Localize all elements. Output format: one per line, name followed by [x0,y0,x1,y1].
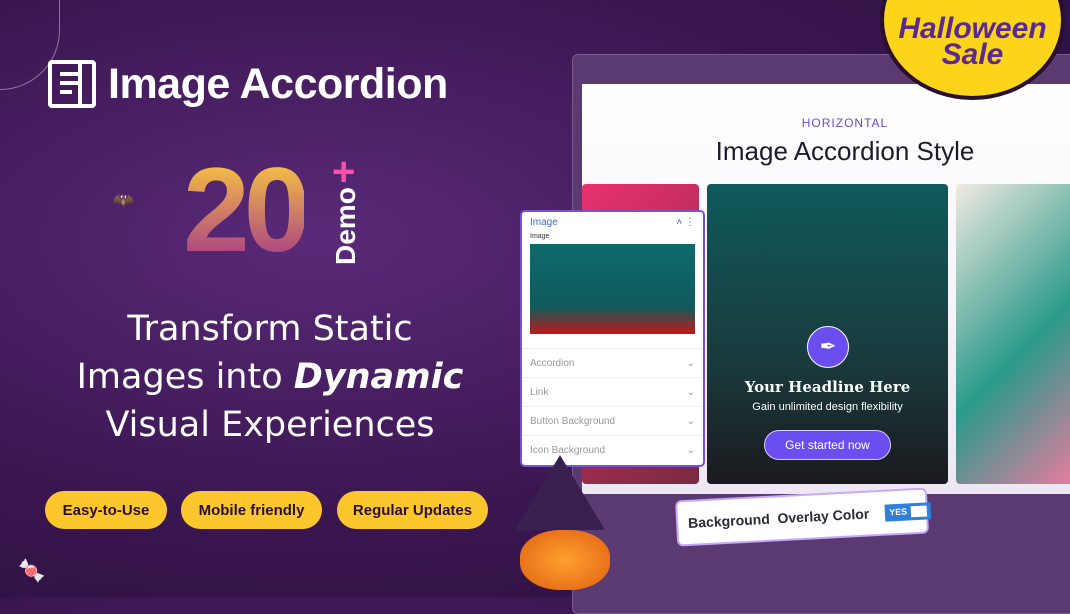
accordion-image-active[interactable]: ✒ Your Headline Here Gain unlimited desi… [707,184,948,484]
tagline-emphasis: Dynamic [293,357,464,397]
tagline-line-2: Images into Dynamic [60,353,480,401]
toggle-value: YES [888,506,908,518]
feature-pill: Easy-to-Use [45,491,167,529]
preview-headline: Your Headline Here [744,378,911,396]
chevron-up-icon: ˄ ⋮ [676,217,695,228]
tagline: Transform Static Images into Dynamic Vis… [60,305,480,449]
page-title: Image Accordion [108,60,448,108]
chevron-down-icon: ⌄ [686,357,695,369]
settings-panel: Image ˄ ⋮ Image Accordion ⌄ Link ⌄ Button B… [520,210,705,467]
image-field-label: Image [530,233,550,240]
panel-row-link[interactable]: Link ⌄ [522,377,703,406]
preview-subtext: Gain unlimited design flexibility [752,401,903,413]
row-label: Accordion [530,357,575,369]
accordion-image[interactable] [956,184,1070,484]
pen-nib-icon: ✒ [807,326,849,368]
pumpkin-icon [520,530,610,590]
preview-title: Image Accordion Style [715,136,975,166]
row-label: Button Background [530,415,616,427]
preview-eyebrow: HORIZONTAL [801,116,889,130]
chevron-down-icon: ⌄ [686,444,695,456]
row-label: Icon Background [530,444,606,456]
panel-row-accordion[interactable]: Accordion ⌄ [522,348,703,377]
panel-section-title: Image [530,217,558,228]
get-started-button[interactable]: Get started now [764,430,891,460]
overlay-color-label: Background Overlay Color [687,505,870,531]
sale-line-2: Sale [941,38,1004,71]
chevron-down-icon: ⌄ [686,386,695,398]
row-label: Link [530,386,549,398]
tagline-line-1: Transform Static [127,309,413,349]
panel-section-header[interactable]: Image ˄ ⋮ [522,212,703,233]
candy-icon: 🍬 [18,558,46,583]
demo-count: 20 [183,143,311,277]
feature-pill: Regular Updates [337,491,488,529]
bat-icon: 🦇 [112,190,135,210]
accordion-icon [48,60,96,108]
witch-hat-icon [515,455,605,530]
overlay-color-toggle[interactable]: YES [884,501,932,522]
tagline-line-3: Visual Experiences [105,405,435,445]
chevron-down-icon: ⌄ [686,415,695,427]
tagline-text: Images into [76,357,294,397]
panel-row-button-background[interactable]: Button Background ⌄ [522,406,703,435]
feature-pill: Mobile friendly [181,491,322,529]
demo-label: Demo [330,187,361,265]
image-field-preview[interactable] [530,244,695,334]
